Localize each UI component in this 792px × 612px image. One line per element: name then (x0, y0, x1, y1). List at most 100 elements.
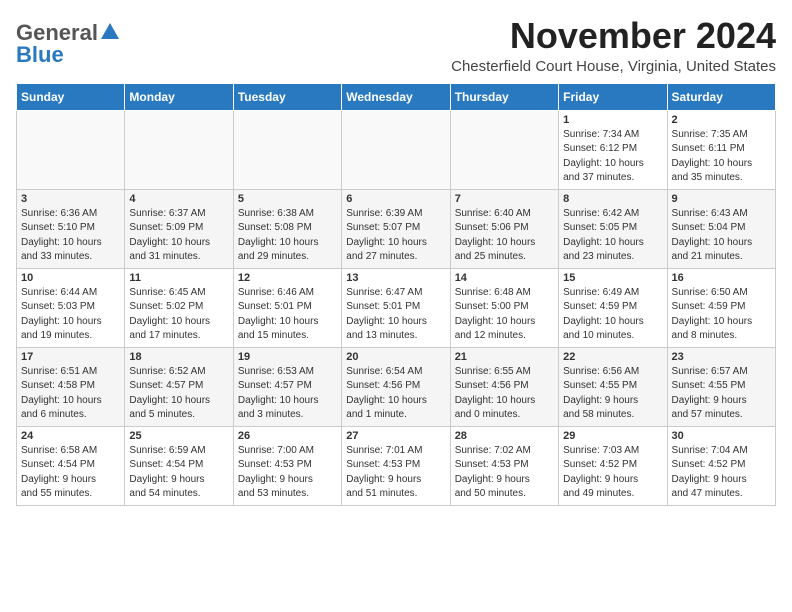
day-number: 5 (238, 193, 337, 205)
calendar-cell: 30 Sunrise: 7:04 AMSunset: 4:52 PMDayligh… (667, 426, 775, 505)
day-info: Sunrise: 7:01 AMSunset: 4:53 PMDaylight:… (346, 444, 445, 502)
day-number: 8 (563, 193, 662, 205)
day-info: Sunrise: 6:37 AMSunset: 5:09 PMDaylight:… (129, 207, 228, 265)
calendar-cell: 27 Sunrise: 7:01 AMSunset: 4:53 PMDayligh… (342, 426, 450, 505)
calendar-cell: 23 Sunrise: 6:57 AMSunset: 4:55 PMDayligh… (667, 347, 775, 426)
calendar-week-4: 17 Sunrise: 6:51 AMSunset: 4:58 PMDayligh… (17, 347, 776, 426)
day-number: 11 (129, 272, 228, 284)
day-info: Sunrise: 7:04 AMSunset: 4:52 PMDaylight:… (672, 444, 771, 502)
calendar-cell: 28 Sunrise: 7:02 AMSunset: 4:53 PMDayligh… (450, 426, 558, 505)
day-number: 13 (346, 272, 445, 284)
page-header: General Blue November 2024 Chesterfield … (16, 16, 776, 75)
month-title: November 2024 (451, 16, 776, 56)
day-number: 20 (346, 351, 445, 363)
calendar-cell (450, 110, 558, 189)
calendar-cell: 5 Sunrise: 6:38 AMSunset: 5:08 PMDaylight… (233, 189, 341, 268)
calendar-cell (125, 110, 233, 189)
day-info: Sunrise: 6:44 AMSunset: 5:03 PMDaylight:… (21, 286, 120, 344)
calendar-week-3: 10Sunrise: 6:44 AMSunset: 5:03 PMDayligh… (17, 268, 776, 347)
day-number: 16 (672, 272, 771, 284)
day-info: Sunrise: 7:34 AMSunset: 6:12 PMDaylight:… (563, 128, 662, 186)
calendar-cell: 21Sunrise: 6:55 AMSunset: 4:56 PMDayligh… (450, 347, 558, 426)
calendar-cell (342, 110, 450, 189)
day-number: 21 (455, 351, 554, 363)
calendar-cell: 9 Sunrise: 6:43 AMSunset: 5:04 PMDaylight… (667, 189, 775, 268)
day-number: 4 (129, 193, 228, 205)
title-block: November 2024 Chesterfield Court House, … (451, 16, 776, 75)
day-info: Sunrise: 6:36 AMSunset: 5:10 PMDaylight:… (21, 207, 120, 265)
weekday-friday: Friday (559, 83, 667, 110)
day-info: Sunrise: 6:54 AMSunset: 4:56 PMDaylight:… (346, 365, 445, 423)
day-info: Sunrise: 6:39 AMSunset: 5:07 PMDaylight:… (346, 207, 445, 265)
calendar-cell: 19 Sunrise: 6:53 AMSunset: 4:57 PMDayligh… (233, 347, 341, 426)
day-info: Sunrise: 6:53 AMSunset: 4:57 PMDaylight:… (238, 365, 337, 423)
day-info: Sunrise: 6:48 AMSunset: 5:00 PMDaylight:… (455, 286, 554, 344)
calendar-cell: 10Sunrise: 6:44 AMSunset: 5:03 PMDayligh… (17, 268, 125, 347)
calendar-cell: 1 Sunrise: 7:34 AMSunset: 6:12 PMDaylight… (559, 110, 667, 189)
weekday-header-row: SundayMondayTuesdayWednesdayThursdayFrid… (17, 83, 776, 110)
day-info: Sunrise: 6:50 AMSunset: 4:59 PMDaylight:… (672, 286, 771, 344)
calendar-cell: 13 Sunrise: 6:47 AMSunset: 5:01 PMDayligh… (342, 268, 450, 347)
calendar-week-1: 1 Sunrise: 7:34 AMSunset: 6:12 PMDaylight… (17, 110, 776, 189)
calendar-cell (233, 110, 341, 189)
day-info: Sunrise: 6:46 AMSunset: 5:01 PMDaylight:… (238, 286, 337, 344)
calendar-cell: 16 Sunrise: 6:50 AMSunset: 4:59 PMDayligh… (667, 268, 775, 347)
weekday-tuesday: Tuesday (233, 83, 341, 110)
calendar-cell: 12Sunrise: 6:46 AMSunset: 5:01 PMDayligh… (233, 268, 341, 347)
calendar-table: SundayMondayTuesdayWednesdayThursdayFrid… (16, 83, 776, 506)
calendar-cell: 6 Sunrise: 6:39 AMSunset: 5:07 PMDaylight… (342, 189, 450, 268)
day-info: Sunrise: 7:00 AMSunset: 4:53 PMDaylight:… (238, 444, 337, 502)
calendar-cell: 20 Sunrise: 6:54 AMSunset: 4:56 PMDayligh… (342, 347, 450, 426)
calendar-week-2: 3 Sunrise: 6:36 AMSunset: 5:10 PMDaylight… (17, 189, 776, 268)
day-info: Sunrise: 6:38 AMSunset: 5:08 PMDaylight:… (238, 207, 337, 265)
day-number: 23 (672, 351, 771, 363)
day-info: Sunrise: 6:56 AMSunset: 4:55 PMDaylight:… (563, 365, 662, 423)
day-number: 19 (238, 351, 337, 363)
calendar-cell: 7 Sunrise: 6:40 AMSunset: 5:06 PMDaylight… (450, 189, 558, 268)
day-info: Sunrise: 6:52 AMSunset: 4:57 PMDaylight:… (129, 365, 228, 423)
logo-blue: Blue (16, 42, 64, 68)
day-number: 24 (21, 430, 120, 442)
day-number: 7 (455, 193, 554, 205)
weekday-monday: Monday (125, 83, 233, 110)
weekday-wednesday: Wednesday (342, 83, 450, 110)
day-number: 26 (238, 430, 337, 442)
calendar-cell: 3 Sunrise: 6:36 AMSunset: 5:10 PMDaylight… (17, 189, 125, 268)
day-number: 28 (455, 430, 554, 442)
day-number: 25 (129, 430, 228, 442)
day-number: 6 (346, 193, 445, 205)
day-info: Sunrise: 7:02 AMSunset: 4:53 PMDaylight:… (455, 444, 554, 502)
day-info: Sunrise: 6:45 AMSunset: 5:02 PMDaylight:… (129, 286, 228, 344)
calendar-cell: 8 Sunrise: 6:42 AMSunset: 5:05 PMDaylight… (559, 189, 667, 268)
day-info: Sunrise: 6:51 AMSunset: 4:58 PMDaylight:… (21, 365, 120, 423)
day-info: Sunrise: 7:35 AMSunset: 6:11 PMDaylight:… (672, 128, 771, 186)
calendar-cell: 11 Sunrise: 6:45 AMSunset: 5:02 PMDayligh… (125, 268, 233, 347)
day-number: 27 (346, 430, 445, 442)
day-number: 29 (563, 430, 662, 442)
day-number: 9 (672, 193, 771, 205)
day-info: Sunrise: 6:57 AMSunset: 4:55 PMDaylight:… (672, 365, 771, 423)
day-number: 18 (129, 351, 228, 363)
day-info: Sunrise: 7:03 AMSunset: 4:52 PMDaylight:… (563, 444, 662, 502)
day-info: Sunrise: 6:42 AMSunset: 5:05 PMDaylight:… (563, 207, 662, 265)
calendar-cell: 26 Sunrise: 7:00 AMSunset: 4:53 PMDayligh… (233, 426, 341, 505)
day-number: 1 (563, 114, 662, 126)
day-info: Sunrise: 6:59 AMSunset: 4:54 PMDaylight:… (129, 444, 228, 502)
weekday-saturday: Saturday (667, 83, 775, 110)
logo-icon (99, 21, 121, 43)
day-info: Sunrise: 6:40 AMSunset: 5:06 PMDaylight:… (455, 207, 554, 265)
calendar-cell: 15Sunrise: 6:49 AMSunset: 4:59 PMDayligh… (559, 268, 667, 347)
day-number: 15 (563, 272, 662, 284)
calendar-cell: 25 Sunrise: 6:59 AMSunset: 4:54 PMDayligh… (125, 426, 233, 505)
day-number: 17 (21, 351, 120, 363)
day-number: 30 (672, 430, 771, 442)
day-info: Sunrise: 6:43 AMSunset: 5:04 PMDaylight:… (672, 207, 771, 265)
weekday-sunday: Sunday (17, 83, 125, 110)
day-info: Sunrise: 6:47 AMSunset: 5:01 PMDaylight:… (346, 286, 445, 344)
day-number: 14 (455, 272, 554, 284)
day-number: 3 (21, 193, 120, 205)
calendar-cell: 14 Sunrise: 6:48 AMSunset: 5:00 PMDayligh… (450, 268, 558, 347)
calendar-cell: 18 Sunrise: 6:52 AMSunset: 4:57 PMDayligh… (125, 347, 233, 426)
calendar-cell: 2Sunrise: 7:35 AMSunset: 6:11 PMDaylight… (667, 110, 775, 189)
calendar-cell: 22Sunrise: 6:56 AMSunset: 4:55 PMDayligh… (559, 347, 667, 426)
